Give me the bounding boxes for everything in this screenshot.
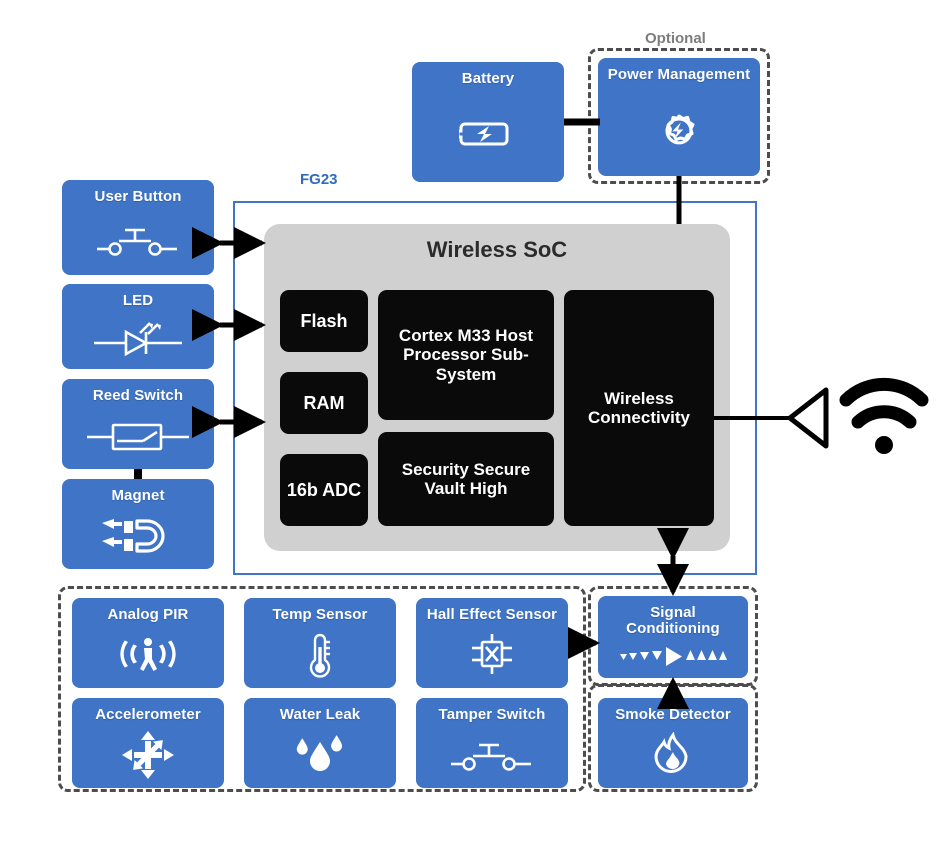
pir-motion-icon <box>72 623 224 688</box>
signal-conditioning-label: Signal Conditioning <box>626 604 720 637</box>
push-button-switch-icon <box>62 205 214 275</box>
wireless-connectivity-block[interactable]: Wireless Connectivity <box>564 290 714 526</box>
ram-block[interactable]: RAM <box>280 372 368 434</box>
temp-sensor-box[interactable]: Temp Sensor <box>244 598 396 688</box>
wireless-waves-icon <box>839 377 929 454</box>
signal-conditioning-box[interactable]: Signal Conditioning <box>598 596 748 678</box>
reed-switch-icon <box>62 404 214 469</box>
reed-switch-label: Reed Switch <box>92 387 184 404</box>
hall-effect-sensor-label: Hall Effect Sensor <box>426 606 558 623</box>
accelerometer-label: Accelerometer <box>95 706 201 723</box>
water-droplets-icon <box>244 723 396 788</box>
block-diagram-canvas: Optional Battery Power Management FG23 W… <box>0 0 936 856</box>
analog-pir-label: Analog PIR <box>107 606 189 623</box>
water-leak-box[interactable]: Water Leak <box>244 698 396 788</box>
tamper-switch-label: Tamper Switch <box>438 706 546 723</box>
led-diode-icon <box>62 309 214 369</box>
magnet-box[interactable]: Magnet <box>62 479 214 569</box>
analog-pir-box[interactable]: Analog PIR <box>72 598 224 688</box>
led-box[interactable]: LED <box>62 284 214 369</box>
temp-sensor-label: Temp Sensor <box>272 606 368 623</box>
tamper-switch-box[interactable]: Tamper Switch <box>416 698 568 788</box>
led-label: LED <box>122 292 154 309</box>
cortex-m33-block[interactable]: Cortex M33 Host Processor Sub-System <box>378 290 554 420</box>
power-management-box[interactable]: Power Management <box>598 58 760 176</box>
hall-effect-icon <box>416 623 568 688</box>
signal-amplifier-icon <box>598 637 748 678</box>
push-button-switch-icon <box>416 723 568 788</box>
fg23-label: FG23 <box>300 171 338 188</box>
wireless-soc-panel: Wireless SoC Flash RAM 16b ADC Cortex M3… <box>264 224 730 551</box>
optional-region-label: Optional <box>640 30 711 47</box>
wireless-soc-title: Wireless SoC <box>426 237 568 262</box>
flash-block[interactable]: Flash <box>280 290 368 352</box>
reed-switch-box[interactable]: Reed Switch <box>62 379 214 469</box>
user-button-label: User Button <box>94 188 182 205</box>
battery-label: Battery <box>461 70 515 87</box>
user-button-box[interactable]: User Button <box>62 180 214 275</box>
adc-block[interactable]: 16b ADC <box>280 454 368 526</box>
battery-box[interactable]: Battery <box>412 62 564 182</box>
accelerometer-box[interactable]: Accelerometer <box>72 698 224 788</box>
hall-effect-sensor-box[interactable]: Hall Effect Sensor <box>416 598 568 688</box>
gear-power-icon <box>598 83 760 176</box>
flame-icon <box>598 723 748 788</box>
smoke-detector-label: Smoke Detector <box>615 706 731 723</box>
battery-charge-icon <box>412 87 564 182</box>
power-management-label: Power Management <box>607 66 751 83</box>
antenna-icon <box>787 387 829 449</box>
accelerometer-axes-icon <box>72 723 224 788</box>
magnet-label: Magnet <box>111 487 165 504</box>
smoke-detector-box[interactable]: Smoke Detector <box>598 698 748 788</box>
secure-vault-block[interactable]: Security Secure Vault High <box>378 432 554 526</box>
thermometer-icon <box>244 623 396 688</box>
magnet-icon <box>62 504 214 569</box>
water-leak-label: Water Leak <box>279 706 361 723</box>
